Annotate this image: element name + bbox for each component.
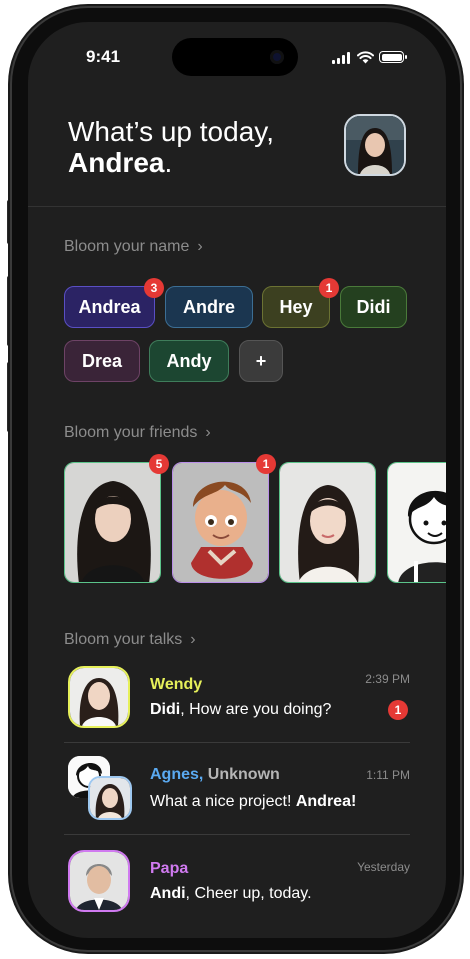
names-title-text: Bloom your name	[64, 238, 190, 255]
talk-divider	[64, 834, 410, 835]
wifi-icon	[357, 51, 374, 64]
avatar	[68, 850, 130, 912]
chip-badge: 1	[319, 278, 339, 298]
friend-badge: 5	[149, 454, 169, 474]
chip-label: Andy	[166, 350, 212, 371]
chip-badge: 3	[144, 278, 164, 298]
name-chip-andrea[interactable]: Andrea	[64, 286, 155, 328]
sender-name: Andi	[150, 885, 186, 902]
chip-label: Hey	[279, 296, 313, 317]
chevron-right-icon: ›	[205, 424, 211, 441]
mention-name: Andrea!	[295, 793, 357, 810]
name-chip-didi[interactable]: Didi	[340, 286, 407, 328]
contact-name: Papa	[150, 860, 189, 877]
talk-item-wendy[interactable]: Wendy Didi, How are you doing? 2:39 PM 1	[64, 666, 410, 734]
message-text: What a nice project!	[150, 793, 296, 810]
sender-name: Didi	[150, 701, 181, 718]
message-text: , Cheer up, today.	[185, 885, 312, 902]
dynamic-island	[172, 38, 298, 76]
camera-icon	[270, 50, 284, 64]
message-time: 2:39 PM	[365, 672, 410, 686]
status-time: 9:41	[86, 47, 121, 66]
friend-photo	[65, 463, 160, 582]
plus-icon: +	[255, 350, 267, 371]
add-name-button[interactable]: +	[239, 340, 283, 382]
chevron-right-icon: ›	[190, 631, 196, 648]
friends-title-text: Bloom your friends	[64, 424, 198, 441]
silent-switch[interactable]	[7, 200, 11, 244]
greeting: What’s up today, Andrea.	[68, 116, 274, 178]
message-time: 1:11 PM	[366, 768, 410, 782]
chevron-right-icon: ›	[197, 238, 203, 255]
last-message: Andi, Cheer up, today.	[150, 885, 312, 903]
contact-name-primary: Agnes,	[150, 766, 204, 783]
talk-item-papa[interactable]: Papa Andi, Cheer up, today. Yesterday	[64, 850, 410, 918]
contact-name: Agnes, Unknown	[150, 766, 280, 784]
header-divider	[28, 206, 446, 207]
name-chip-andy[interactable]: Andy	[149, 340, 229, 382]
name-chip-drea[interactable]: Drea	[64, 340, 140, 382]
contact-name-secondary: Unknown	[203, 766, 280, 783]
profile-avatar[interactable]	[344, 114, 406, 176]
user-name: Andrea	[68, 147, 165, 178]
last-message: What a nice project! Andrea!	[150, 793, 356, 811]
talk-item-group[interactable]: Agnes, Unknown What a nice project! Andr…	[64, 756, 410, 826]
greeting-line: What’s up today,	[68, 116, 274, 147]
names-section-title[interactable]: Bloom your name ›	[64, 238, 203, 256]
chip-label: Didi	[356, 296, 391, 317]
group-avatar-front	[88, 776, 132, 820]
contact-name: Wendy	[150, 676, 203, 693]
friend-card[interactable]	[172, 462, 269, 583]
talk-divider	[64, 742, 410, 743]
chip-label: Drea	[81, 350, 123, 371]
friend-card[interactable]	[387, 462, 446, 583]
chip-label: Andrea	[78, 296, 141, 317]
friend-photo	[280, 463, 375, 582]
last-message: Didi, How are you doing?	[150, 701, 331, 719]
name-chip-andre[interactable]: Andre	[165, 286, 253, 328]
friend-card[interactable]	[279, 462, 376, 583]
friend-photo	[173, 463, 268, 582]
message-text: , How are you doing?	[180, 701, 332, 718]
chip-label: Andre	[182, 296, 235, 317]
greeting-punct: .	[164, 147, 173, 178]
volume-up-button[interactable]	[7, 276, 11, 346]
avatar	[68, 666, 130, 728]
app-screen: 9:41 What’s up today, Andrea. Bloom your…	[28, 22, 446, 938]
talks-section-title[interactable]: Bloom your talks ›	[64, 631, 196, 649]
signal-icon	[332, 52, 350, 64]
status-bar: 9:41	[28, 22, 446, 92]
talks-title-text: Bloom your talks	[64, 631, 183, 648]
message-time: Yesterday	[357, 860, 410, 874]
volume-down-button[interactable]	[7, 362, 11, 432]
friend-photo	[388, 463, 446, 582]
friend-badge: 1	[256, 454, 276, 474]
friend-card[interactable]	[64, 462, 161, 583]
battery-icon	[379, 51, 407, 63]
friends-section-title[interactable]: Bloom your friends ›	[64, 424, 211, 442]
unread-badge: 1	[388, 700, 408, 720]
